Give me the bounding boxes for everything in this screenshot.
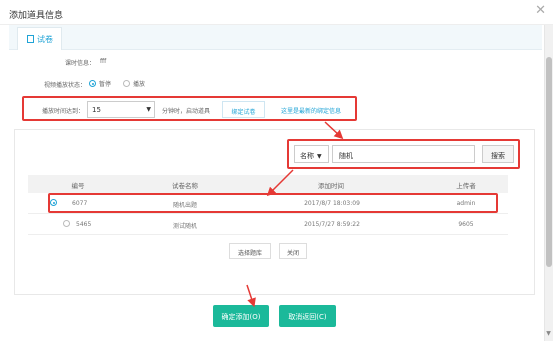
tab-label: 试卷 <box>37 35 53 44</box>
video-state-label: 视频播放状态： <box>43 82 86 89</box>
close-icon[interactable]: ✕ <box>535 4 546 17</box>
play-time-suffix: 分钟时，启动道具 <box>162 108 211 115</box>
row-radio-unselected[interactable] <box>63 220 73 228</box>
caret-down-icon: ▼ <box>317 153 322 160</box>
tab-bar: 试卷 <box>9 25 542 50</box>
lesson-info-label: 课时信息： <box>64 60 95 67</box>
radio-unselected-icon <box>123 80 130 87</box>
choose-bank-button[interactable]: 选择题库 <box>229 243 271 259</box>
radio-selected-icon <box>89 80 96 87</box>
column-header-id: 编号 <box>71 182 85 190</box>
scroll-down-icon[interactable]: ▼ <box>545 330 552 337</box>
search-field-value: 名称 <box>300 152 314 160</box>
caret-down-icon: ▼ <box>146 106 151 113</box>
confirm-add-button[interactable]: 确定添加(O) <box>213 305 269 327</box>
bind-paper-button[interactable]: 绑定试卷 <box>222 101 265 118</box>
dialog-header: 添加道具信息 ✕ <box>0 0 553 25</box>
play-time-label: 播放时间达到： <box>41 108 84 115</box>
search-button[interactable]: 搜索 <box>482 145 514 163</box>
table-header: 编号 试卷名称 添加时间 上传者 <box>28 175 508 193</box>
column-header-uploader: 上传者 <box>456 182 476 190</box>
search-input[interactable]: 随机 <box>332 145 475 163</box>
document-icon <box>27 35 34 43</box>
play-time-select[interactable]: 15 ▼ <box>87 101 155 118</box>
tab-paper[interactable]: 试卷 <box>17 27 62 50</box>
annotation-highlight-row <box>48 193 498 213</box>
radio-option-play[interactable]: 播放 <box>123 79 145 88</box>
radio-option-pause[interactable]: 暂停 <box>89 79 111 88</box>
row-add-time: 2015/7/27 8:59:22 <box>304 221 360 228</box>
radio-label-play: 播放 <box>133 81 146 88</box>
vertical-scrollbar[interactable]: ▼ <box>544 25 553 341</box>
cancel-return-button[interactable]: 取消返回(C) <box>279 305 336 327</box>
dialog-title: 添加道具信息 <box>9 11 64 21</box>
add-prop-dialog: 添加道具信息 ✕ ▼ 试卷 课时信息： fff 视频播放状态： 暂停 播放 播放… <box>0 0 553 341</box>
scrollbar-thumb[interactable] <box>546 57 552 267</box>
panel-close-button[interactable]: 关闭 <box>279 243 307 259</box>
latest-bind-link[interactable]: 这里是最新的绑定信息 <box>268 101 354 118</box>
column-header-time: 添加时间 <box>318 182 344 190</box>
row-id: 5465 <box>76 221 92 228</box>
row-paper-name: 测试随机 <box>172 223 197 230</box>
column-header-name: 试卷名称 <box>172 182 198 190</box>
table-row[interactable]: 5465 测试随机 2015/7/27 8:59:22 9605 <box>28 215 508 235</box>
radio-unselected-icon <box>63 220 70 227</box>
row-uploader: 9605 <box>458 221 474 228</box>
radio-label-pause: 暂停 <box>99 81 112 88</box>
play-time-value: 15 <box>92 106 101 114</box>
search-field-select[interactable]: 名称 ▼ <box>294 145 329 163</box>
lesson-info-value: fff <box>100 58 107 65</box>
